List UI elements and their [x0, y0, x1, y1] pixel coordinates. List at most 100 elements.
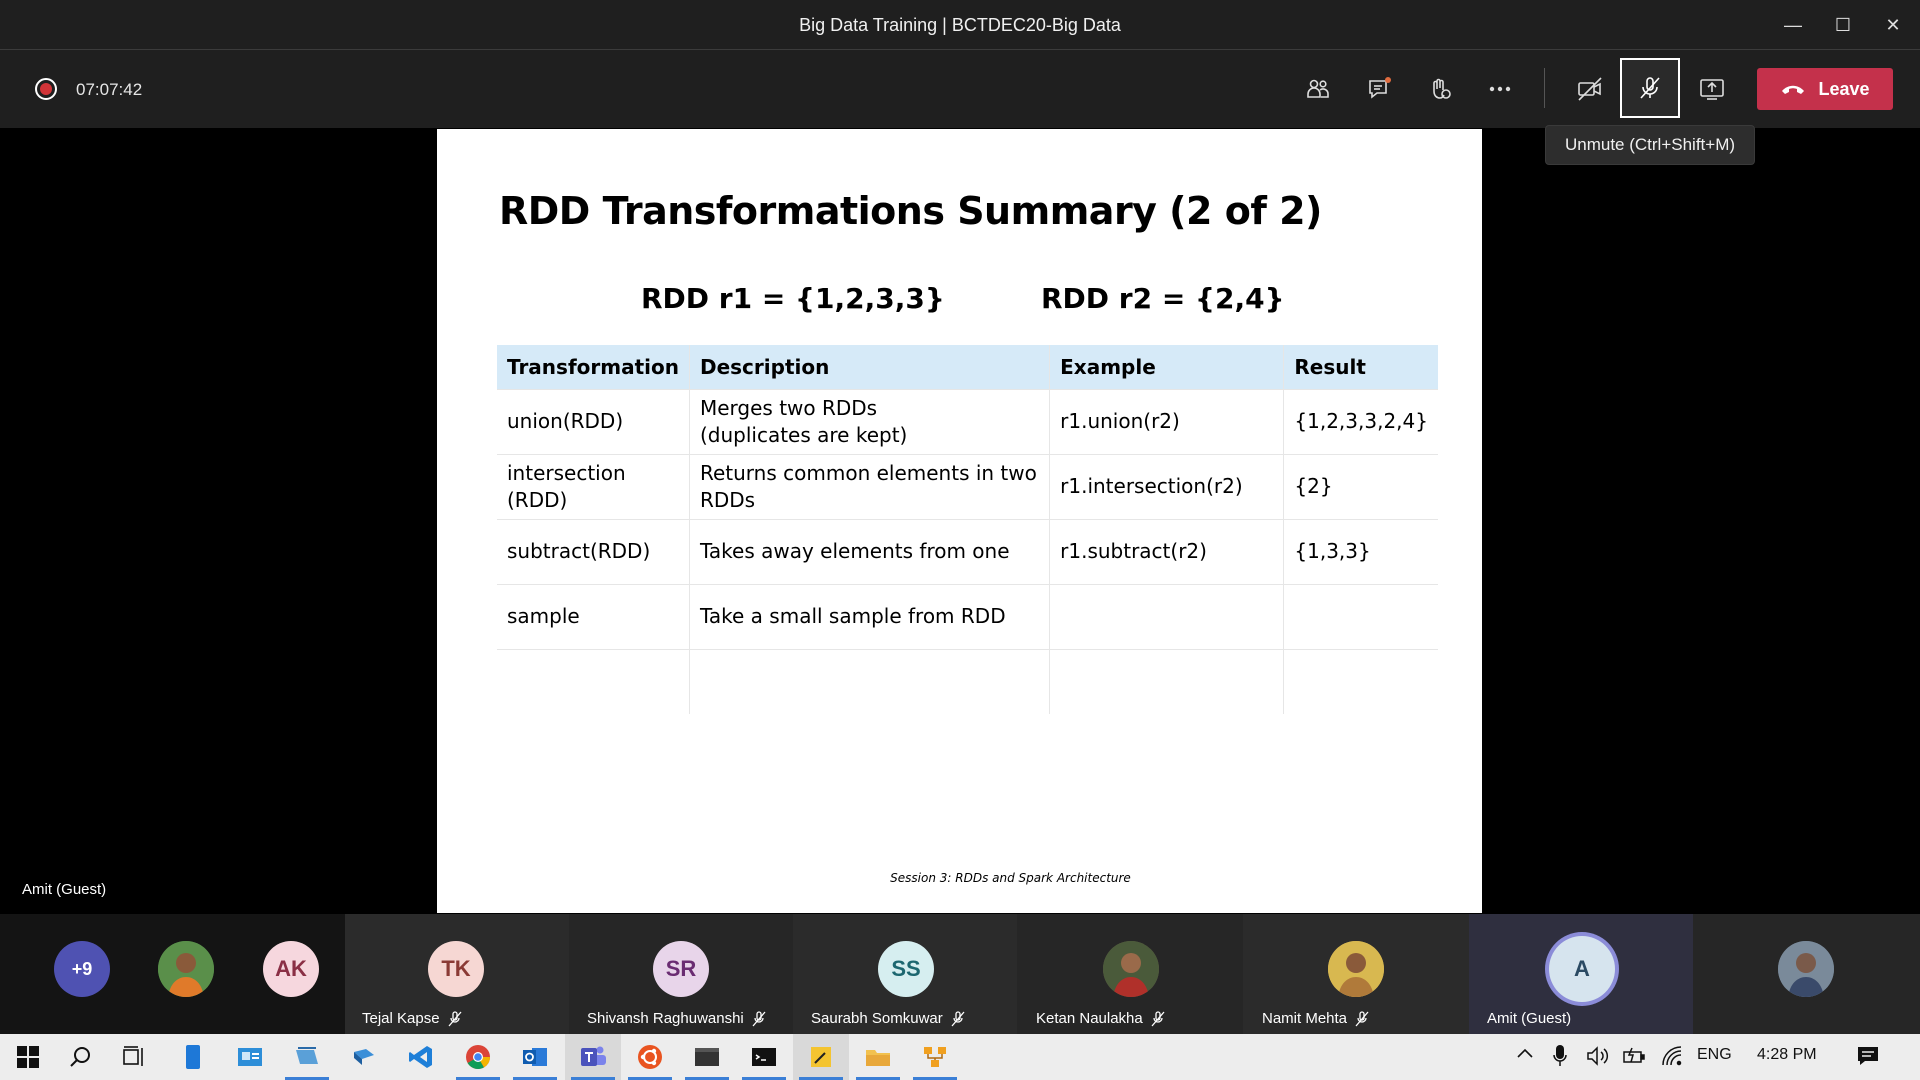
microphone-tray-button[interactable]	[1553, 1044, 1567, 1073]
participant-tile[interactable]: Namit Mehta	[1243, 914, 1469, 1034]
table-cell: Take a small sample from RDD	[688, 583, 1050, 649]
show-hidden-icons-button[interactable]	[1516, 1046, 1534, 1064]
participant-tile[interactable]: SR Shivansh Raghuwanshi	[569, 914, 793, 1034]
wifi-icon	[1662, 1046, 1682, 1066]
share-screen-button[interactable]	[1686, 64, 1738, 114]
participant-tile[interactable]: Ketan Naulakha	[1017, 914, 1243, 1034]
participant-tile[interactable]: SS Saurabh Somkuwar	[793, 914, 1017, 1034]
table-cell	[1049, 648, 1284, 714]
taskbar-app-file-explorer[interactable]	[850, 1034, 906, 1080]
table-cell: r1.union(r2)	[1049, 388, 1284, 454]
taskbar-app-chrome[interactable]	[450, 1034, 506, 1080]
unmute-tooltip: Unmute (Ctrl+Shift+M)	[1545, 125, 1755, 165]
taskbar-app-diagram[interactable]	[907, 1034, 963, 1080]
participant-avatar-ak[interactable]: AK	[263, 941, 319, 997]
outlook-icon	[523, 1048, 547, 1066]
table-row: subtract(RDD) Takes away elements from o…	[497, 518, 1438, 584]
camera-toggle-button[interactable]	[1564, 64, 1616, 114]
table-cell: union(RDD)	[497, 388, 690, 454]
clock[interactable]: 4:28 PM	[1757, 1046, 1817, 1064]
mic-off-icon	[951, 1010, 965, 1026]
taskbar-app-contacts[interactable]	[222, 1034, 278, 1080]
participant-name: Ketan Naulakha	[1036, 1010, 1165, 1027]
table-cell: {1,2,3,3,2,4}	[1283, 388, 1438, 454]
window-titlebar: Big Data Training | BCTDEC20-Big Data — …	[0, 0, 1920, 50]
volume-tray-button[interactable]	[1586, 1045, 1610, 1072]
cell-line: (RDD)	[507, 487, 568, 512]
table-cell	[1283, 648, 1438, 714]
participant-name-label: Saurabh Somkuwar	[811, 1010, 943, 1027]
table-cell: sample	[497, 583, 690, 649]
table-header-row: Transformation Description Example Resul…	[497, 345, 1438, 389]
mic-off-icon	[448, 1010, 462, 1026]
reactions-button[interactable]	[1414, 64, 1466, 114]
presentation-slide: RDD Transformations Summary (2 of 2) RDD…	[437, 129, 1482, 913]
taskbar-app-ubuntu[interactable]	[622, 1034, 678, 1080]
taskbar-app-notes[interactable]	[279, 1034, 335, 1080]
taskbar-app-terminal[interactable]	[679, 1034, 735, 1080]
column-header: Result	[1283, 345, 1438, 389]
taskbar-app-sticky-notes[interactable]	[793, 1034, 849, 1080]
taskbar-app-remote[interactable]	[336, 1034, 392, 1080]
leave-button[interactable]: Leave	[1757, 68, 1893, 110]
search-button[interactable]	[52, 1034, 108, 1080]
chevron-up-icon	[1517, 1048, 1533, 1058]
vscode-icon	[409, 1046, 432, 1068]
wifi-tray-button[interactable]	[1660, 1045, 1684, 1072]
participant-avatar: A	[1549, 936, 1615, 1002]
taskbar-app-outlook[interactable]	[507, 1034, 563, 1080]
action-center-button[interactable]	[1856, 1044, 1880, 1073]
table-cell	[1049, 583, 1284, 649]
overflow-participants-badge[interactable]: +9	[54, 941, 110, 997]
taskbar-app-teams[interactable]	[565, 1034, 621, 1080]
participant-name-label: Ketan Naulakha	[1036, 1010, 1143, 1027]
close-button[interactable]: ✕	[1868, 0, 1918, 50]
battery-icon	[1623, 1047, 1645, 1063]
taskbar-app-cmd[interactable]	[736, 1034, 792, 1080]
cell-line: Returns common elements in two	[699, 460, 1037, 485]
participant-photo-avatar[interactable]	[158, 941, 214, 997]
table-cell: {2}	[1283, 453, 1438, 519]
leave-label: Leave	[1818, 78, 1870, 99]
diagram-app-icon	[924, 1047, 946, 1067]
mic-off-icon	[1355, 1010, 1369, 1026]
language-indicator[interactable]: ENG	[1697, 1046, 1732, 1064]
people-icon	[1307, 79, 1329, 98]
participant-photo-avatar	[1103, 941, 1159, 997]
table-row: union(RDD) Merges two RDDs (duplicates ar…	[497, 388, 1438, 454]
start-button[interactable]	[0, 1034, 56, 1080]
participant-tile[interactable]	[1693, 914, 1920, 1034]
table-cell: {1,3,3}	[1283, 518, 1438, 584]
share-tray-icon	[1700, 79, 1724, 100]
chat-button[interactable]	[1354, 64, 1406, 114]
search-icon	[70, 1047, 90, 1067]
participant-tile[interactable]: TK Tejal Kapse	[345, 914, 569, 1034]
taskbar-app-phone[interactable]	[165, 1034, 221, 1080]
table-cell	[497, 648, 690, 714]
participants-button[interactable]	[1292, 64, 1344, 114]
mic-toggle-button[interactable]	[1620, 58, 1680, 118]
taskbar-app-vscode[interactable]	[393, 1034, 449, 1080]
participant-name-label: Amit (Guest)	[1487, 1010, 1572, 1027]
contacts-app-icon	[238, 1048, 262, 1066]
minimize-button[interactable]: —	[1768, 0, 1818, 50]
table-cell: Takes away elements from one	[688, 518, 1050, 584]
table-cell	[688, 648, 1050, 714]
more-options-button[interactable]	[1474, 64, 1526, 114]
table-cell	[1283, 583, 1438, 649]
table-cell: intersection (RDD)	[497, 453, 690, 519]
participant-name-label: Tejal Kapse	[362, 1010, 440, 1027]
terminal-icon	[695, 1048, 719, 1066]
maximize-button[interactable]: ☐	[1818, 0, 1868, 50]
mic-off-icon	[752, 1010, 766, 1026]
table-row: sample Take a small sample from RDD	[497, 583, 1438, 649]
sticky-notes-icon	[811, 1047, 831, 1067]
command-prompt-icon	[752, 1048, 776, 1066]
participant-avatar: SS	[878, 941, 934, 997]
participant-tile-self[interactable]: A Amit (Guest)	[1469, 914, 1693, 1034]
slide-footer: Session 3: RDDs and Spark Architecture	[890, 871, 1131, 885]
task-view-button[interactable]	[106, 1034, 162, 1080]
battery-tray-button[interactable]	[1622, 1046, 1646, 1071]
participant-avatar: TK	[428, 941, 484, 997]
remote-desktop-icon	[354, 1049, 374, 1065]
